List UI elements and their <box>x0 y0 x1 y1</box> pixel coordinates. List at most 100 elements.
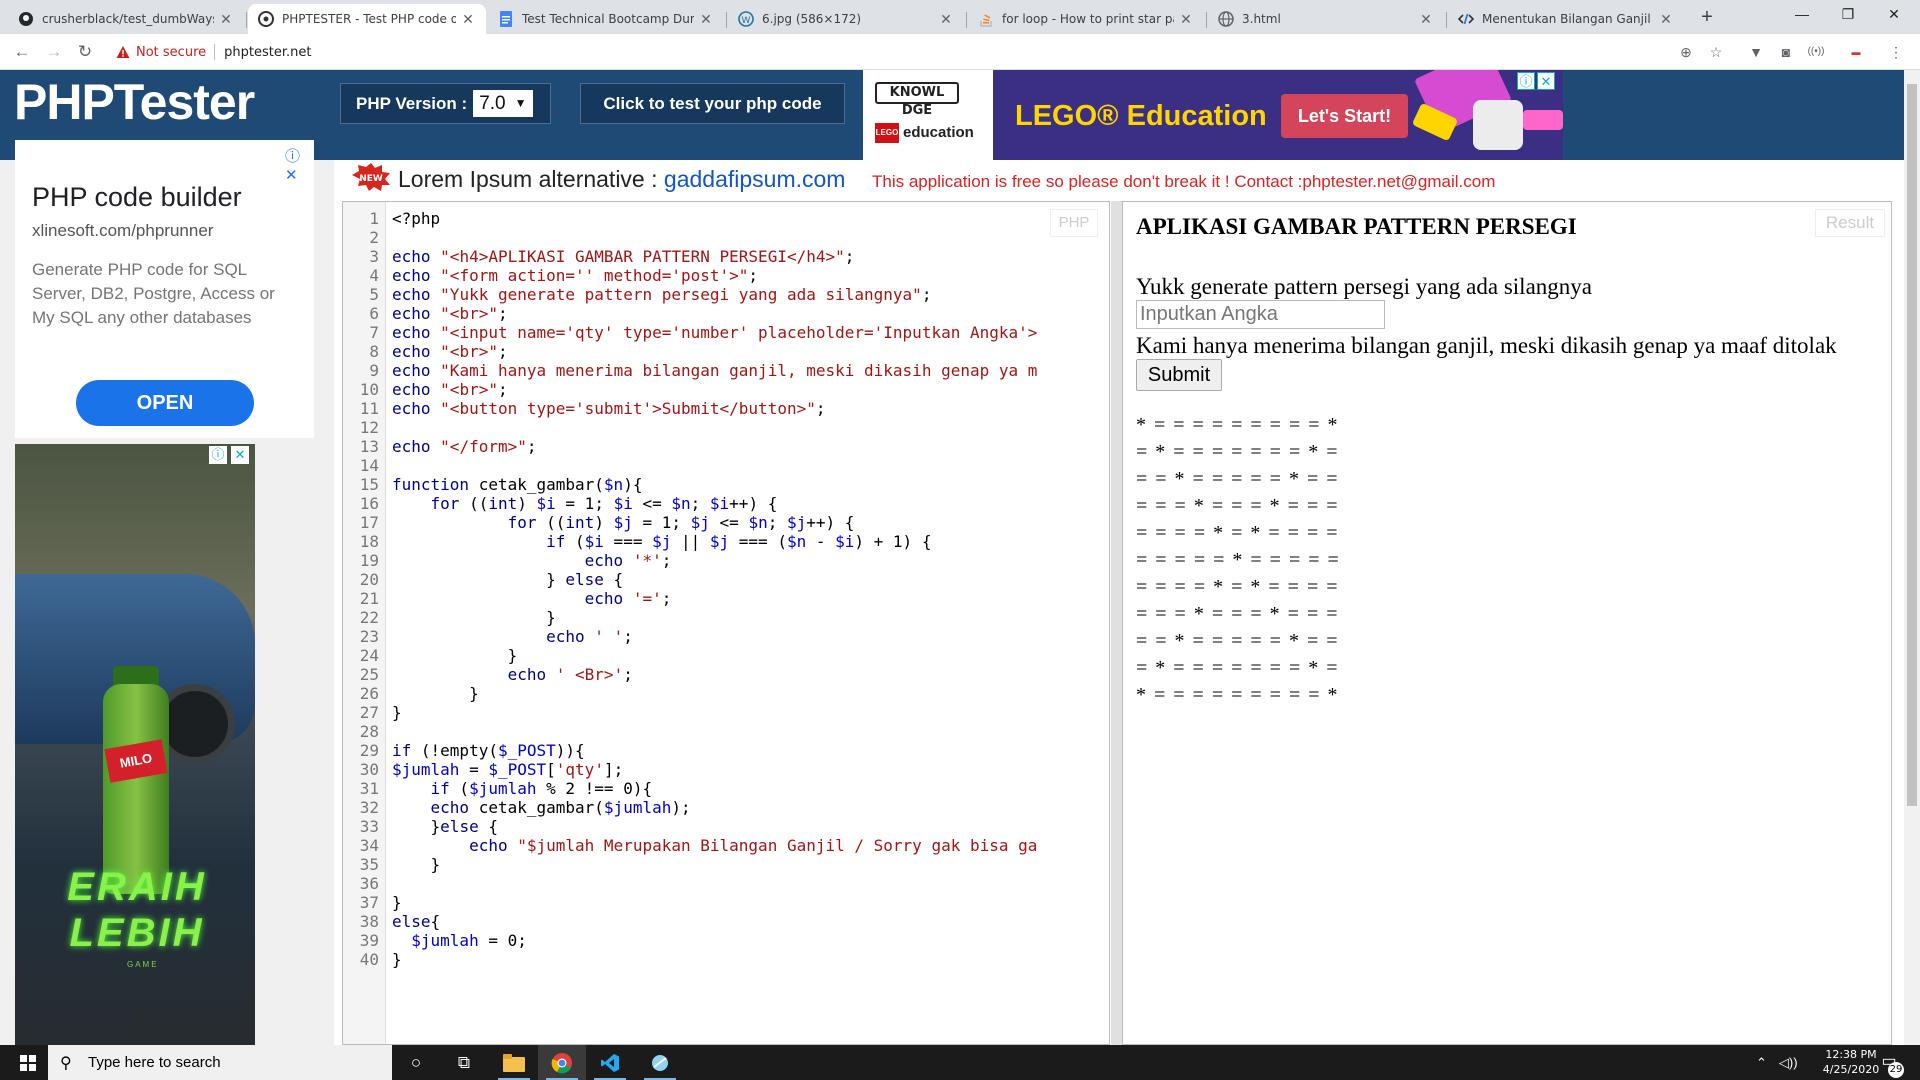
bookmark-star-icon[interactable]: ☆ <box>1706 42 1726 62</box>
close-window-button[interactable]: ✕ <box>1871 0 1917 30</box>
back-button[interactable]: ← <box>10 40 34 64</box>
url-text[interactable]: phptester.net <box>224 45 311 60</box>
php-code-editor[interactable]: 1 2 3 4 5 6 7 8 9 10 11 12 13 14 15 16 17 18 19 20 21 22 23 24 2… <box>342 201 1110 1045</box>
code-line[interactable]: echo cetak_gambar($jumlah); <box>392 798 691 817</box>
code-line[interactable]: echo "</form>"; <box>392 437 537 456</box>
code-line[interactable]: <?php <box>392 209 440 228</box>
file-explorer-icon[interactable] <box>490 1045 538 1080</box>
code-line[interactable]: echo "<br>"; <box>392 304 508 323</box>
minimize-window-button[interactable]: — <box>1779 0 1825 30</box>
close-tab-icon[interactable]: ✕ <box>1418 11 1434 27</box>
code-line[interactable]: if ($i === $j || $j === ($n - $i) + 1) { <box>392 532 931 551</box>
zoom-icon[interactable]: ⊕ <box>1676 42 1696 62</box>
code-line[interactable]: } <box>392 608 556 627</box>
cortana-icon[interactable]: ○ <box>392 1045 440 1080</box>
qty-input[interactable]: Inputkan Angka <box>1136 300 1385 329</box>
restore-window-button[interactable]: ❐ <box>1825 0 1871 30</box>
close-tab-icon[interactable]: ✕ <box>938 11 954 27</box>
code-line[interactable]: if (!empty($_POST)){ <box>392 741 585 760</box>
tab-image[interactable]: W 6.jpg (586×172) ✕ <box>728 4 964 34</box>
code-line[interactable]: } <box>392 703 402 722</box>
extension-badge-icon[interactable]: ▬ <box>1846 42 1866 62</box>
volume-icon[interactable]: ◁)) <box>1779 1055 1798 1071</box>
vscode-icon[interactable] <box>586 1045 634 1080</box>
forward-button[interactable]: → <box>42 40 66 64</box>
code-line[interactable]: echo "<br>"; <box>392 342 508 361</box>
code-line[interactable]: echo '='; <box>392 589 672 608</box>
code-line[interactable]: echo "<button type='submit'>Submit</butt… <box>392 399 826 418</box>
security-status[interactable]: Not secure <box>136 45 206 60</box>
code-line[interactable]: echo ' <Br>'; <box>392 665 633 684</box>
tab-ganjil-genap[interactable]: Menentukan Bilangan Ganjil Gen ✕ <box>1448 4 1684 34</box>
code-line[interactable]: } else { <box>392 570 623 589</box>
ad-info-icon[interactable]: ⓘ <box>209 446 227 464</box>
chevron-up-icon[interactable]: ⌃ <box>1756 1055 1767 1071</box>
code-line[interactable]: for ((int) $i = 1; $i <= $n; $i++) { <box>392 494 778 513</box>
lego-education-ad[interactable]: KNOWL DGE LEGO education LEGO® Education… <box>863 70 1563 160</box>
ad-cta-button[interactable]: Let's Start! <box>1281 94 1408 138</box>
php-version-select[interactable]: 7.0 ▼ <box>473 90 533 117</box>
code-line[interactable]: } <box>392 646 518 665</box>
code-line[interactable]: function cetak_gambar($n){ <box>392 475 642 494</box>
code-line[interactable]: $jumlah = 0; <box>392 931 527 950</box>
phprunner-ad[interactable]: ⓘ ✕ PHP code builder xlinesoft.com/phpru… <box>15 140 314 438</box>
lorem-prefix: Lorem Ipsum alternative : <box>398 166 664 192</box>
extension-filter-icon[interactable]: ▼ <box>1746 42 1766 62</box>
adchoices-icon[interactable]: ⓘ ✕ <box>285 145 314 184</box>
test-php-button[interactable]: Click to test your php code <box>580 83 845 124</box>
code-line[interactable]: } <box>392 855 441 874</box>
code-line[interactable]: echo "<input name='qty' type='number' pl… <box>392 323 1037 342</box>
close-tab-icon[interactable]: ✕ <box>460 11 476 27</box>
extension-radio-icon[interactable]: ((•)) <box>1806 42 1826 62</box>
code-line[interactable]: echo "<br>"; <box>392 380 508 399</box>
submit-button[interactable]: Submit <box>1136 359 1222 391</box>
menu-kebab-icon[interactable]: ⋮ <box>1886 42 1906 62</box>
code-line[interactable]: $jumlah = $_POST['qty']; <box>392 760 623 779</box>
close-tab-icon[interactable]: ✕ <box>1178 11 1194 27</box>
line-number: 3 <box>369 247 379 266</box>
chrome-icon[interactable] <box>538 1045 586 1080</box>
code-line[interactable]: if ($jumlah % 2 !== 0){ <box>392 779 653 798</box>
code-line[interactable]: echo "Yukk generate pattern persegi yang… <box>392 285 931 304</box>
close-tab-icon[interactable]: ✕ <box>1658 11 1674 27</box>
taskbar-search-box[interactable]: ⚲ Type here to search <box>48 1045 392 1080</box>
panel-splitter[interactable] <box>1111 201 1122 1045</box>
milo-ad[interactable]: MILO ERAIH LEBIH GAME ⓘ ✕ <box>15 444 255 1045</box>
tab-google-doc[interactable]: Test Technical Bootcamp DumbW ✕ <box>488 4 724 34</box>
scrollbar-thumb[interactable] <box>1907 84 1917 806</box>
windows-start-icon[interactable] <box>10 1045 46 1080</box>
code-line[interactable]: for ((int) $j = 1; $j <= $n; $j++) { <box>392 513 855 532</box>
code-line[interactable]: echo '*'; <box>392 551 672 570</box>
address-bar[interactable]: Not secure phptester.net <box>106 38 1732 66</box>
ad-open-button[interactable]: OPEN <box>76 380 254 426</box>
stackoverflow-icon <box>978 11 994 27</box>
ad-info-icon[interactable]: ⓘ <box>1517 72 1535 90</box>
ad-close-icon[interactable]: ✕ <box>1537 72 1555 90</box>
code-line[interactable]: echo ' '; <box>392 627 633 646</box>
code-line[interactable]: echo "$jumlah Merupakan Bilangan Ganjil … <box>392 836 1037 855</box>
tab-phptester[interactable]: PHPTESTER - Test PHP code onlin ✕ <box>248 4 486 34</box>
task-view-icon[interactable]: ⧉ <box>440 1045 488 1080</box>
tab-html-file[interactable]: 3.html ✕ <box>1208 4 1444 34</box>
code-line[interactable]: } <box>392 684 479 703</box>
search-placeholder: Type here to search <box>88 1054 221 1071</box>
tab-stackoverflow[interactable]: for loop - How to print star patte ✕ <box>968 4 1204 34</box>
close-tab-icon[interactable]: ✕ <box>698 11 714 27</box>
new-tab-button[interactable]: + <box>1694 6 1720 30</box>
page-scrollbar[interactable] <box>1904 70 1920 1045</box>
extension-camera-icon[interactable]: ◙ <box>1776 42 1796 62</box>
code-line[interactable]: echo "Kami hanya menerima bilangan ganji… <box>392 361 1037 380</box>
site-logo[interactable]: PHPTester <box>14 73 255 131</box>
tab-github[interactable]: crusherblack/test_dumbWaysId ✕ <box>8 4 244 34</box>
code-line[interactable]: echo "<h4>APLIKASI GAMBAR PATTERN PERSEG… <box>392 247 854 266</box>
close-tab-icon[interactable]: ✕ <box>218 11 234 27</box>
code-line[interactable]: } <box>392 893 402 912</box>
code-line[interactable]: } <box>392 950 402 969</box>
code-line[interactable]: echo "<form action='' method='post'>"; <box>392 266 758 285</box>
code-line[interactable]: else{ <box>392 912 440 931</box>
app-icon[interactable] <box>636 1045 684 1080</box>
lorem-link[interactable]: gaddafipsum.com <box>664 166 846 192</box>
code-line[interactable]: }else { <box>392 817 498 836</box>
ad-close-icon[interactable]: ✕ <box>231 446 249 464</box>
reload-button[interactable]: ↻ <box>73 40 97 64</box>
